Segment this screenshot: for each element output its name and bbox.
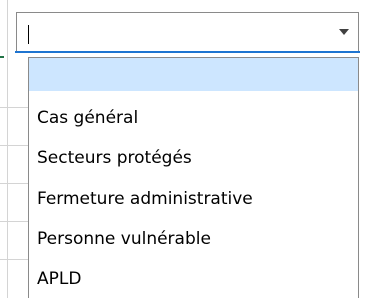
combo-box[interactable] [16,12,359,52]
row-gridline [0,145,28,146]
dropdown-option-label: Secteurs protégés [37,148,192,168]
dropdown-option-apld[interactable]: APLD [29,267,358,295]
dropdown-option-secteurs-proteges[interactable]: Secteurs protégés [29,146,358,174]
dropdown-option-label: Cas général [37,108,139,128]
dropdown-option-fermeture-administrative[interactable]: Fermeture administrative [29,187,358,215]
dropdown-option-personne-vulnerable[interactable]: Personne vulnérable [29,227,358,255]
chevron-down-icon [339,29,349,35]
row-gridline [0,107,28,108]
dropdown-option-cas-general[interactable]: Cas général [29,106,358,134]
dropdown-list: Cas général Secteurs protégés Fermeture … [28,57,359,298]
row-gridline [0,259,28,260]
combo-box-input[interactable] [18,14,328,50]
active-cell-marker [0,56,4,58]
row-gridline [0,183,28,184]
text-caret [28,25,29,44]
dropdown-option-empty[interactable] [29,58,358,91]
dropdown-option-label: Fermeture administrative [37,189,253,209]
dropdown-option-label: Personne vulnérable [37,229,211,249]
column-gridline [7,0,8,298]
dropdown-option-label: APLD [37,269,82,289]
combo-box-focus-underline [15,51,360,53]
dropdown-toggle-button[interactable] [330,13,358,51]
row-gridline [0,221,28,222]
